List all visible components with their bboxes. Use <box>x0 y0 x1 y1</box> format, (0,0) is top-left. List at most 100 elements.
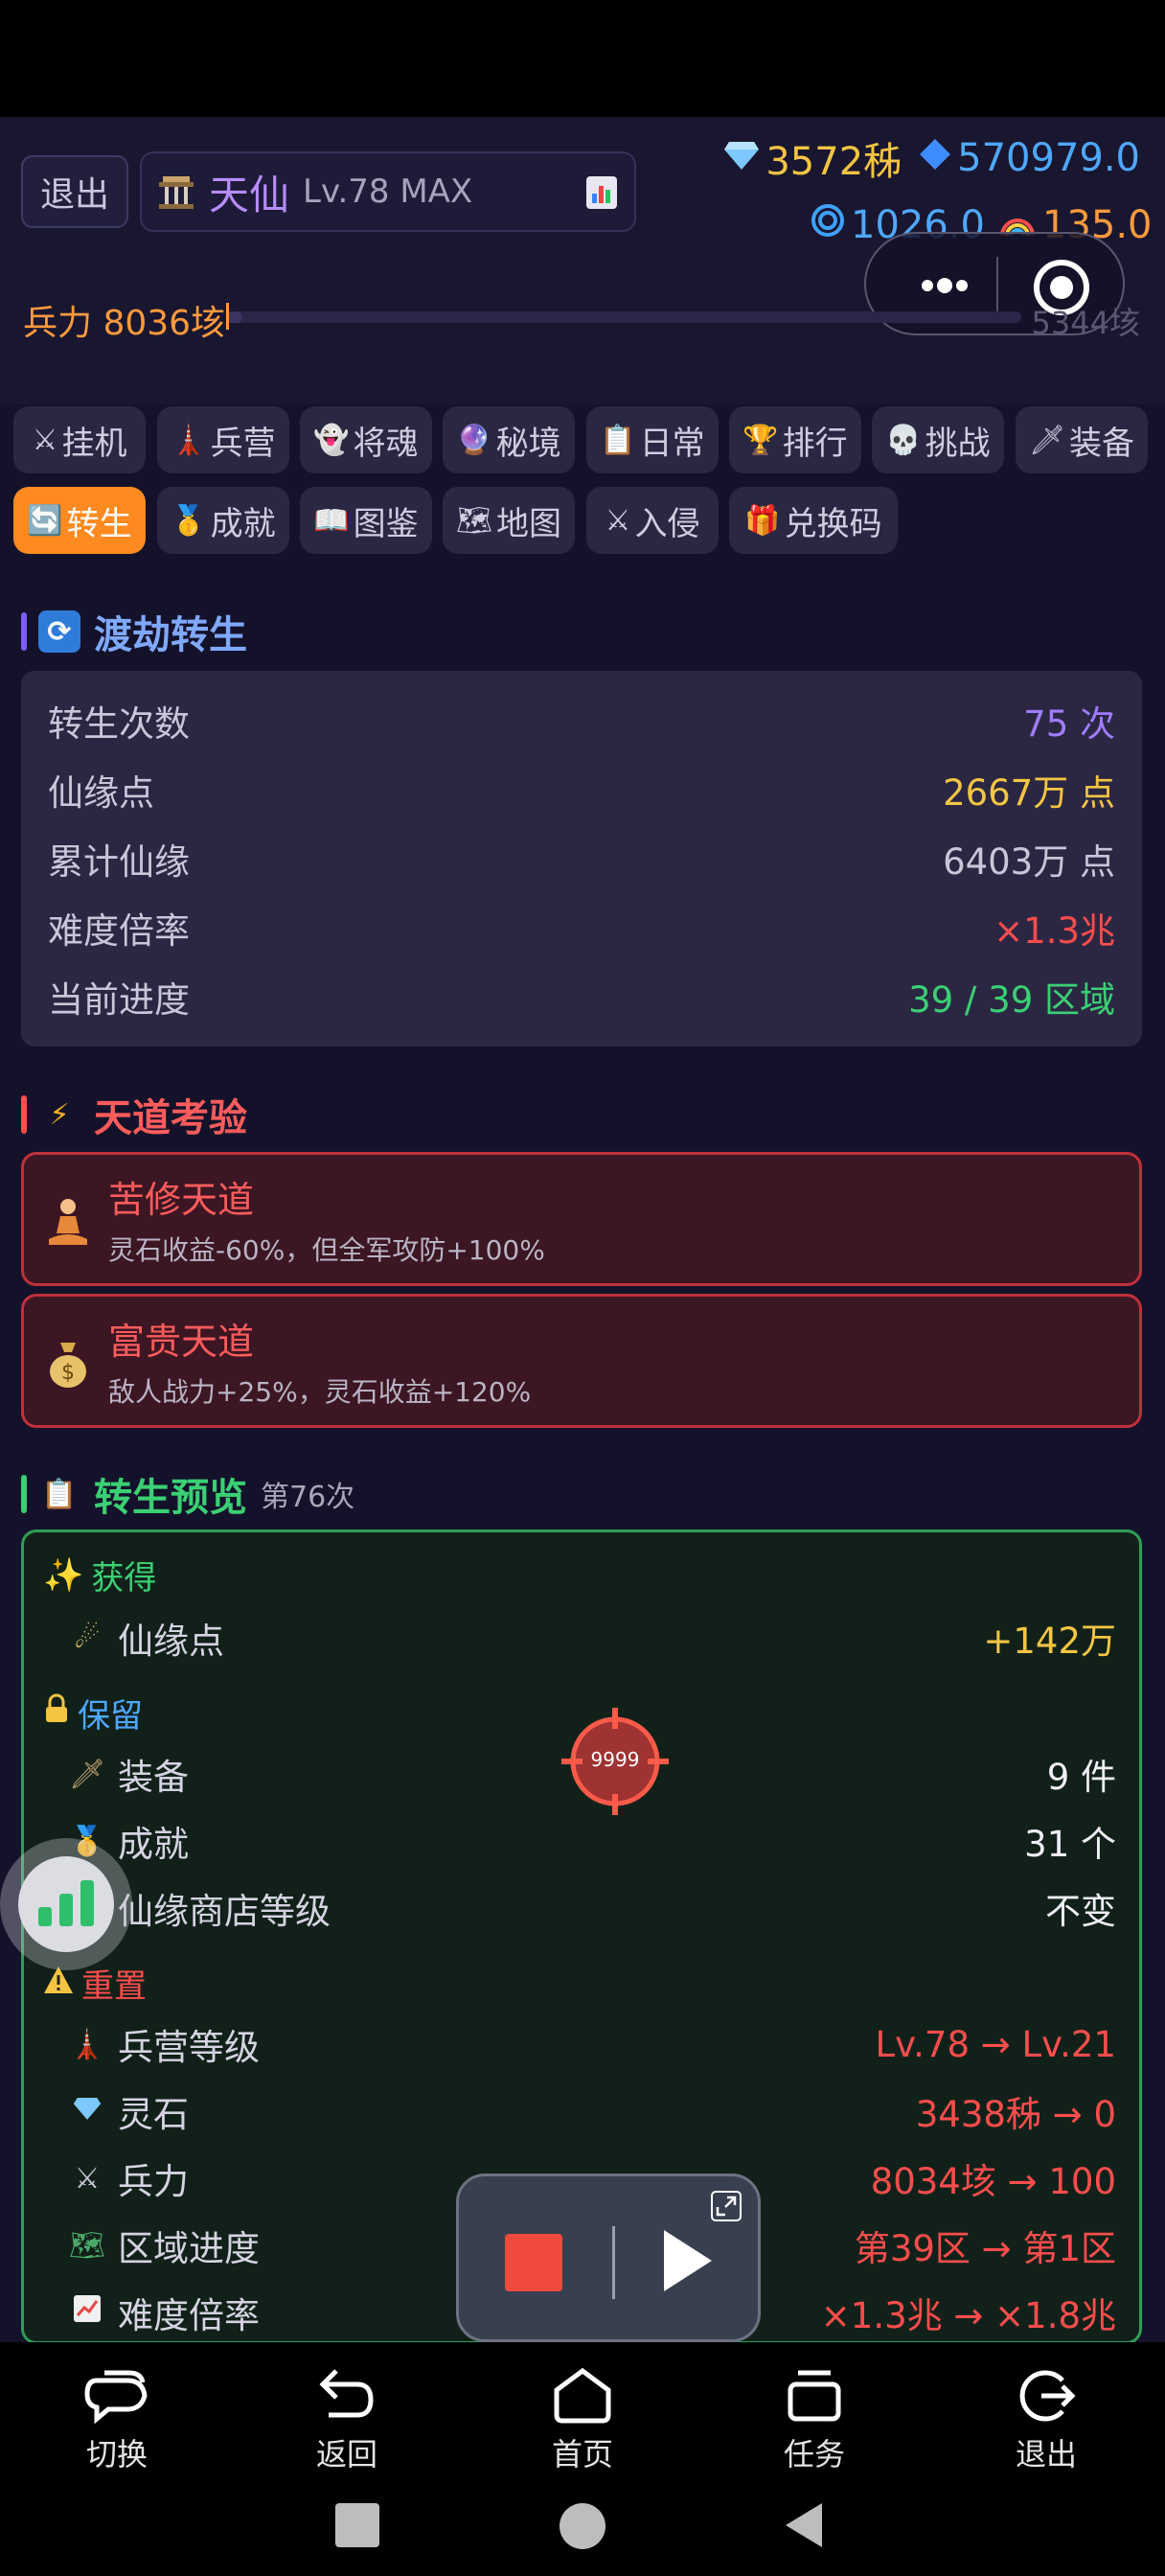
more-icon[interactable] <box>901 266 1006 305</box>
tab-label: 秘境 <box>495 424 561 463</box>
trial-name: 苦修天道 <box>108 1179 255 1221</box>
section-bar <box>21 612 27 651</box>
bottom-navigation: 切换 返回 首页 任务 退出 <box>0 2342 1165 2478</box>
stat-value: 6403万 点 <box>943 841 1115 883</box>
tab-barracks[interactable]: 🗼 兵营 <box>157 406 289 473</box>
tab-general-soul[interactable]: 👻 将魂 <box>300 406 432 473</box>
keep-header: 保留 <box>43 1690 143 1736</box>
tab-map[interactable]: 🗺 地图 <box>443 487 575 554</box>
tasks-icon <box>788 2370 841 2422</box>
tower-icon: 🗼 <box>69 2027 105 2061</box>
tab-label: 地图 <box>496 504 562 543</box>
control-divider <box>612 2226 615 2299</box>
currency-row-1: 3572秭 570979.0 <box>723 134 1140 184</box>
signal-bars-icon <box>36 1878 96 1930</box>
nav-back[interactable]: 返回 <box>270 2342 423 2478</box>
tab-codex[interactable]: 📖 图鉴 <box>300 487 432 554</box>
tab-idle[interactable]: ⚔ 挂机 <box>13 406 146 473</box>
tab-secret-realm[interactable]: 🔮 秘境 <box>443 406 575 473</box>
trial-description: 敌人战力+25%，灵石收益+120% <box>108 1376 532 1408</box>
dagger-icon: 🗡 <box>1028 423 1066 457</box>
tab-daily[interactable]: 📋 日常 <box>586 406 719 473</box>
tab-label: 图鉴 <box>353 504 419 543</box>
nav-exit[interactable]: 退出 <box>970 2342 1123 2478</box>
row-label: 灵石 <box>118 2094 189 2135</box>
tab-redeem-code[interactable]: 🎁 兑换码 <box>729 487 898 554</box>
stat-value: 39 / 39 区域 <box>908 979 1115 1021</box>
expand-icon[interactable] <box>710 2190 742 2222</box>
tab-ranking[interactable]: 🏆 排行 <box>729 406 861 473</box>
stat-label: 当前进度 <box>48 979 190 1021</box>
row-label: 区域进度 <box>118 2228 260 2269</box>
preview-row: 仙缘商店等级 不变 <box>66 1877 1116 1939</box>
back-icon <box>319 2369 374 2418</box>
tab-label: 兵营 <box>210 424 276 463</box>
subsection-label: 获得 <box>91 1559 157 1598</box>
dagger-icon: 🗡 <box>68 1757 106 1791</box>
exit-button[interactable]: 退出 <box>21 155 128 228</box>
nav-switch[interactable]: 切换 <box>40 2342 194 2478</box>
tab-rebirth[interactable]: 🔄 转生 <box>13 487 146 554</box>
row-label: 仙缘商店等级 <box>118 1891 331 1932</box>
stat-label: 难度倍率 <box>48 910 190 952</box>
diamond-icon <box>66 2095 108 2128</box>
floating-stats-button[interactable] <box>0 1838 132 1970</box>
play-icon[interactable] <box>664 2230 712 2291</box>
swords-icon: ⚔ <box>32 423 58 457</box>
tab-label: 成就 <box>210 504 276 543</box>
tab-label: 转生 <box>66 504 132 543</box>
row-value: 不变 <box>1045 1891 1116 1932</box>
map-icon: 🗺 <box>68 2228 106 2263</box>
map-icon: 🗺 <box>455 503 493 538</box>
subsection-label: 重置 <box>81 1967 147 2006</box>
swords-icon: ⚔ <box>74 2161 101 2196</box>
tower-icon: 🗼 <box>171 423 207 457</box>
stop-icon[interactable] <box>505 2234 562 2291</box>
player-title-box[interactable]: 天仙 Lv.78 MAX <box>140 151 636 232</box>
refresh-icon: 🔄 <box>27 503 63 538</box>
rebirth-stats-card: 转生次数 75 次 仙缘点 2667万 点 累计仙缘 6403万 点 难度倍率 ×1.3… <box>21 671 1142 1046</box>
diamond-icon <box>723 136 760 180</box>
stat-row: 累计仙缘 6403万 点 <box>48 824 1115 893</box>
row-label: 兵力 <box>118 2161 189 2202</box>
stat-row: 仙缘点 2667万 点 <box>48 755 1115 824</box>
clipboard-icon: 📋 <box>600 423 636 457</box>
crosshair-target-icon[interactable]: 9999 <box>558 1704 673 1819</box>
swords-icon: ⚔ <box>605 503 631 538</box>
nav-tasks[interactable]: 任务 <box>738 2342 891 2478</box>
section-bar <box>21 1475 27 1513</box>
crystal-ball-icon: 🔮 <box>456 423 492 457</box>
trophy-icon: 🏆 <box>742 423 779 457</box>
preview-section-title: 📋 转生预览 第76次 <box>21 1466 354 1522</box>
gift-icon: 🎁 <box>744 503 781 538</box>
subsection-label: 保留 <box>78 1697 143 1736</box>
preview-row: 🥇 成就 31 个 <box>66 1810 1116 1872</box>
recent-apps-icon[interactable] <box>335 2503 379 2547</box>
tab-equipment[interactable]: 🗡 装备 <box>1016 406 1148 473</box>
bar-chart-icon[interactable] <box>586 176 617 209</box>
tab-achievement[interactable]: 🥇 成就 <box>157 487 289 554</box>
trial-card[interactable]: $ 富贵天道 敌人战力+25%，灵石收益+120% <box>21 1294 1142 1428</box>
row-label: 难度倍率 <box>118 2295 260 2336</box>
back-triangle-icon[interactable] <box>784 2501 824 2553</box>
tab-label: 入侵 <box>634 504 700 543</box>
swirl-icon <box>811 203 845 247</box>
stat-label: 转生次数 <box>48 703 190 745</box>
row-value: 31 个 <box>1024 1824 1116 1865</box>
stat-label: 累计仙缘 <box>48 841 190 883</box>
section-title-text: 天道考验 <box>94 1096 247 1140</box>
home-circle-icon[interactable] <box>560 2503 605 2549</box>
diamond-value: 3572秭 <box>765 140 902 184</box>
stat-row: 当前进度 39 / 39 区域 <box>48 962 1115 1031</box>
trial-card[interactable]: 苦修天道 灵石收益-60%，但全军攻防+100% <box>21 1152 1142 1286</box>
row-value: ×1.3兆 → ×1.8兆 <box>820 2295 1116 2336</box>
tab-challenge[interactable]: 💀 挑战 <box>872 406 1004 473</box>
tab-invasion[interactable]: ⚔ 入侵 <box>586 487 719 554</box>
row-label: 仙缘点 <box>118 1621 224 1662</box>
crosshair-label: 9999 <box>590 1748 640 1771</box>
trend-chart-icon <box>66 2294 108 2331</box>
nav-home[interactable]: 首页 <box>506 2342 659 2478</box>
tab-label: 挂机 <box>61 424 127 463</box>
row-label: 装备 <box>118 1757 189 1798</box>
trial-description: 灵石收益-60%，但全军攻防+100% <box>108 1234 545 1266</box>
